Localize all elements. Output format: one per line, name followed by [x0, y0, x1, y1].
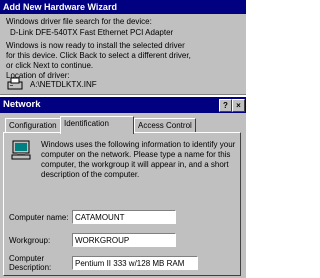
wizard-message-line3: or click Next to continue.	[6, 61, 94, 70]
computer-name-label: Computer name:	[9, 213, 69, 222]
network-title: Network	[0, 97, 246, 113]
wizard-search-text: Windows driver file search for the devic…	[6, 17, 152, 26]
computer-icon	[11, 140, 31, 160]
wizard-message-line2: for this device. Click Back to select a …	[6, 51, 191, 60]
add-hardware-wizard-window: Add New Hardware Wizard Windows driver f…	[0, 0, 246, 95]
workgroup-input[interactable]: WORKGROUP	[72, 233, 176, 247]
close-button[interactable]: ×	[232, 99, 245, 112]
tab-configuration[interactable]: Configuration	[5, 118, 63, 133]
identification-description: Windows uses the following information t…	[41, 140, 236, 179]
wizard-message-line1: Windows is now ready to install the sele…	[6, 41, 185, 50]
printer-driver-icon	[7, 77, 23, 90]
tab-access-control[interactable]: Access Control	[134, 118, 196, 133]
computer-name-input[interactable]: CATAMOUNT	[72, 210, 176, 224]
wizard-title: Add New Hardware Wizard	[0, 0, 246, 14]
wizard-device-name: D-Link DFE-540TX Fast Ethernet PCI Adapt…	[10, 28, 174, 37]
help-button[interactable]: ?	[219, 99, 232, 112]
wizard-driver-path: A:\NETDLKTX.INF	[30, 80, 97, 89]
network-dialog: Network ? × Configuration Access Control…	[0, 97, 246, 278]
workgroup-label: Workgroup:	[9, 236, 51, 245]
computer-description-input[interactable]: Pentium II 333 w/128 MB RAM	[72, 256, 198, 270]
computer-description-label-line2: Description:	[9, 263, 52, 272]
tab-identification[interactable]: Identification	[60, 116, 134, 134]
